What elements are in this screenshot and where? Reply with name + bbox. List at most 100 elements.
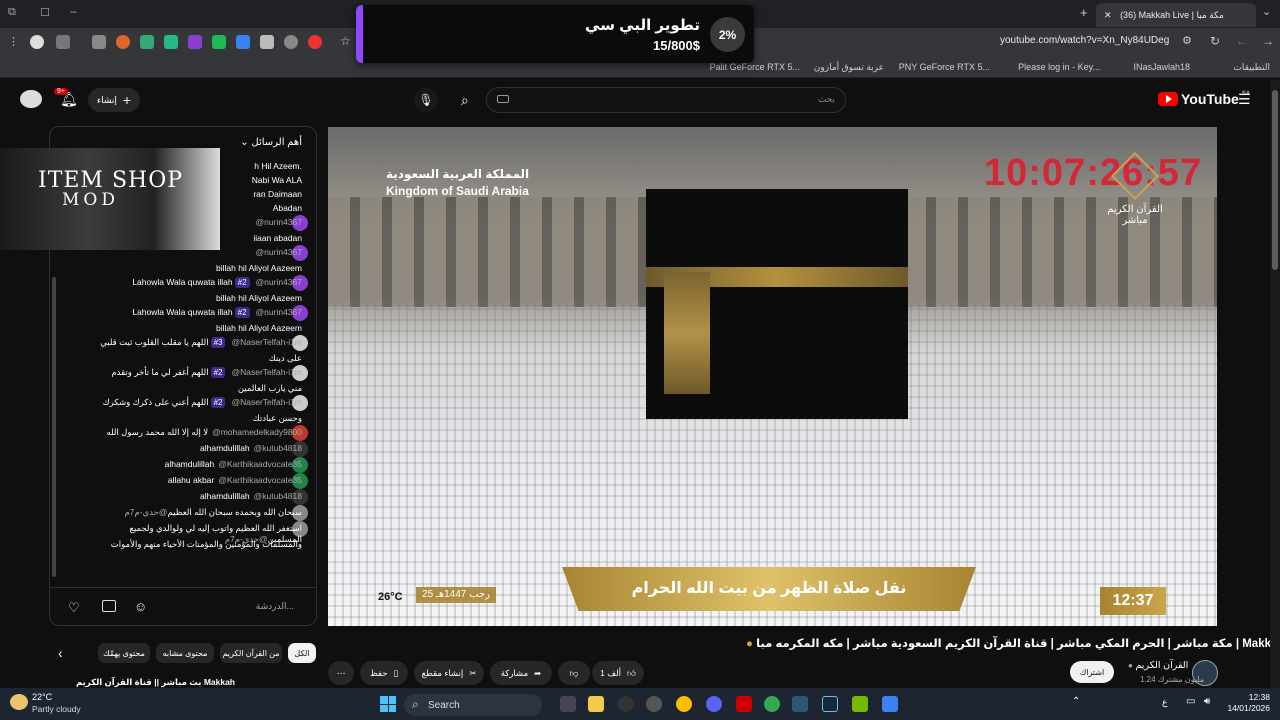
chat-username[interactable]: @mohamedelkady9800 bbox=[212, 427, 302, 437]
tab-close-icon[interactable]: ✕ bbox=[1104, 10, 1112, 20]
chat-username[interactable]: @Karthikaadvocate35 bbox=[218, 459, 302, 469]
chrome-icon[interactable] bbox=[764, 696, 780, 712]
chat-message: اللهم أغفر لي ما تأخر وتقدم #2 @NaserTelfa… bbox=[76, 367, 302, 378]
chip-from-channel[interactable]: من القرآن الكريم bbox=[220, 643, 282, 663]
taskbar-clock[interactable]: 12:38 14/01/2026 bbox=[1226, 692, 1270, 714]
search-icon[interactable]: ⌕ bbox=[461, 92, 469, 109]
extension-icon[interactable] bbox=[308, 35, 322, 49]
extension-icon[interactable] bbox=[164, 35, 178, 49]
bookmark-3[interactable]: PNY GeForce RTX 5... bbox=[899, 62, 990, 72]
chat-username[interactable]: @nurin4367 bbox=[256, 247, 302, 257]
edge-icon[interactable] bbox=[792, 696, 808, 712]
extension-icon[interactable] bbox=[116, 35, 130, 49]
discord-icon[interactable] bbox=[706, 696, 722, 712]
next-video-title[interactable]: بث مباشر || قناة القرآن الكريم Makkah bbox=[76, 677, 318, 688]
app-icon[interactable] bbox=[618, 696, 634, 712]
more-actions-button[interactable]: ⋯ bbox=[328, 661, 354, 685]
bookmark-apps[interactable]: التطبيقات bbox=[1233, 62, 1270, 73]
weather-icon[interactable] bbox=[10, 694, 28, 710]
keyboard-icon[interactable] bbox=[497, 95, 509, 103]
chip-related[interactable]: محتوى مشابه bbox=[156, 643, 214, 663]
extension-icon[interactable] bbox=[212, 35, 226, 49]
extension-icon[interactable] bbox=[56, 35, 70, 49]
emoji-icon[interactable]: ☺ bbox=[134, 599, 147, 614]
like-button[interactable]: 1 ألف 👍︎ bbox=[592, 661, 644, 685]
site-info-icon[interactable]: ⚙ bbox=[1182, 34, 1192, 47]
channel-name[interactable]: ● القرآن الكريم bbox=[1128, 660, 1188, 671]
member-badge: #2 bbox=[210, 367, 226, 378]
bookmark-1[interactable]: INasJawlah18 bbox=[1133, 62, 1190, 72]
bookmark-4[interactable]: عربة تسوق أمازون bbox=[814, 62, 884, 73]
video-player[interactable]: المملكة العربية السعودية Kingdom of Saud… bbox=[328, 127, 1217, 626]
new-tab-icon[interactable]: + bbox=[1080, 5, 1088, 20]
chat-input[interactable]: الدردشة... bbox=[256, 601, 294, 612]
chat-username[interactable]: @NaserTelfah-i1m bbox=[231, 367, 302, 377]
volume-icon[interactable]: 🔊︎ bbox=[1204, 696, 1210, 707]
chat-username[interactable]: @NaserTelfah-i1m bbox=[231, 397, 302, 407]
chat-username[interactable]: @nurin4367 bbox=[256, 307, 302, 317]
chat-username[interactable]: @حدي-م7م bbox=[124, 507, 167, 517]
chat-message: allahu akbar @Karthikaadvocate35 bbox=[76, 475, 302, 486]
hamburger-menu-icon[interactable]: ☰ bbox=[1238, 91, 1251, 108]
app-icon[interactable] bbox=[882, 696, 898, 712]
youtube-logo[interactable]: YouTube SA bbox=[1158, 91, 1250, 107]
network-icon[interactable]: ▭ bbox=[1186, 696, 1195, 707]
address-bar[interactable]: youtube.com/watch?v=Xn_Ny84UDeg bbox=[1000, 35, 1169, 46]
chat-username[interactable]: @NaserTelfah-i1m bbox=[231, 337, 302, 347]
chrome-icon[interactable] bbox=[676, 696, 692, 712]
bookmark-2[interactable]: Please log in - Key... bbox=[1018, 62, 1100, 72]
menu-dots-icon[interactable]: ⋮ bbox=[8, 35, 19, 48]
window-restore-icon[interactable]: ⧉ bbox=[8, 6, 16, 19]
chevron-left-icon[interactable]: ‹ bbox=[58, 645, 63, 661]
forward-icon[interactable]: ← bbox=[1236, 34, 1248, 48]
chat-filter[interactable]: ⌄ أهم الرسائل bbox=[240, 137, 302, 148]
avatar[interactable] bbox=[20, 90, 42, 108]
search-input[interactable]: ⌕ بحث bbox=[461, 87, 846, 113]
clip-button[interactable]: إنشاء مقطع ✂ bbox=[414, 661, 484, 685]
chat-username[interactable]: @Karthikaadvocate35 bbox=[218, 475, 302, 485]
tab-makkah-live[interactable]: ✕ (36) Makkah Live | مكة مبا bbox=[1096, 3, 1256, 27]
extension-icon[interactable] bbox=[92, 35, 106, 49]
heart-icon[interactable]: ♡ bbox=[68, 600, 80, 616]
language-indicator[interactable]: ع bbox=[1162, 697, 1167, 708]
save-button[interactable]: حفظ ▯ bbox=[360, 661, 408, 685]
window-square-icon[interactable]: ☐ bbox=[40, 6, 50, 19]
create-button[interactable]: إنشاء + bbox=[88, 88, 140, 112]
bookmark-star-icon[interactable]: ☆ bbox=[340, 34, 351, 48]
dislike-button[interactable]: 👎︎ bbox=[558, 661, 590, 685]
tab-list-icon[interactable]: ⌄ bbox=[1262, 5, 1271, 18]
taskbar-search[interactable]: ⌕ Search bbox=[404, 694, 542, 716]
save-label: حفظ bbox=[369, 667, 388, 678]
reload-icon[interactable]: ↻ bbox=[1210, 34, 1220, 48]
bookmark-5[interactable]: Palit GeForce RTX 5... bbox=[710, 62, 800, 72]
subscribe-button[interactable]: اشتراك bbox=[1070, 661, 1114, 683]
nvidia-icon[interactable] bbox=[852, 696, 868, 712]
chip-all[interactable]: الكل bbox=[288, 643, 316, 663]
chip-for-you[interactable]: محتوى يهمّك bbox=[98, 643, 150, 663]
chat-scrollbar[interactable] bbox=[52, 277, 56, 577]
minimize-icon[interactable]: – bbox=[70, 4, 77, 18]
task-view-icon[interactable] bbox=[560, 696, 576, 712]
file-explorer-icon[interactable] bbox=[588, 696, 604, 712]
chevron-down-icon: ⌄ bbox=[240, 137, 249, 148]
extension-icon[interactable] bbox=[140, 35, 154, 49]
tray-chevron-icon[interactable]: ⌃ bbox=[1072, 696, 1080, 707]
chat-username[interactable]: @nurin4367 bbox=[256, 217, 302, 227]
chat-username[interactable]: @kutub4818 bbox=[254, 491, 302, 501]
extension-icon[interactable] bbox=[236, 35, 250, 49]
super-chat-icon[interactable] bbox=[102, 600, 116, 612]
settings-icon[interactable] bbox=[646, 696, 662, 712]
profile-icon[interactable] bbox=[30, 35, 44, 49]
chat-username[interactable]: @kutub4818 bbox=[254, 443, 302, 453]
steam-icon[interactable] bbox=[822, 696, 838, 712]
back-icon[interactable]: → bbox=[1262, 34, 1274, 48]
extension-icon[interactable] bbox=[260, 35, 274, 49]
extension-icon[interactable] bbox=[284, 35, 298, 49]
share-button[interactable]: مشاركة ➦ bbox=[490, 661, 552, 685]
page-scrollbar-thumb[interactable] bbox=[1272, 90, 1278, 270]
app-icon[interactable] bbox=[736, 696, 752, 712]
extension-icon[interactable] bbox=[188, 35, 202, 49]
chat-username[interactable]: @nurin4367 bbox=[256, 277, 302, 287]
mic-icon[interactable]: 🎙︎ bbox=[414, 88, 438, 112]
start-icon[interactable] bbox=[380, 696, 396, 712]
